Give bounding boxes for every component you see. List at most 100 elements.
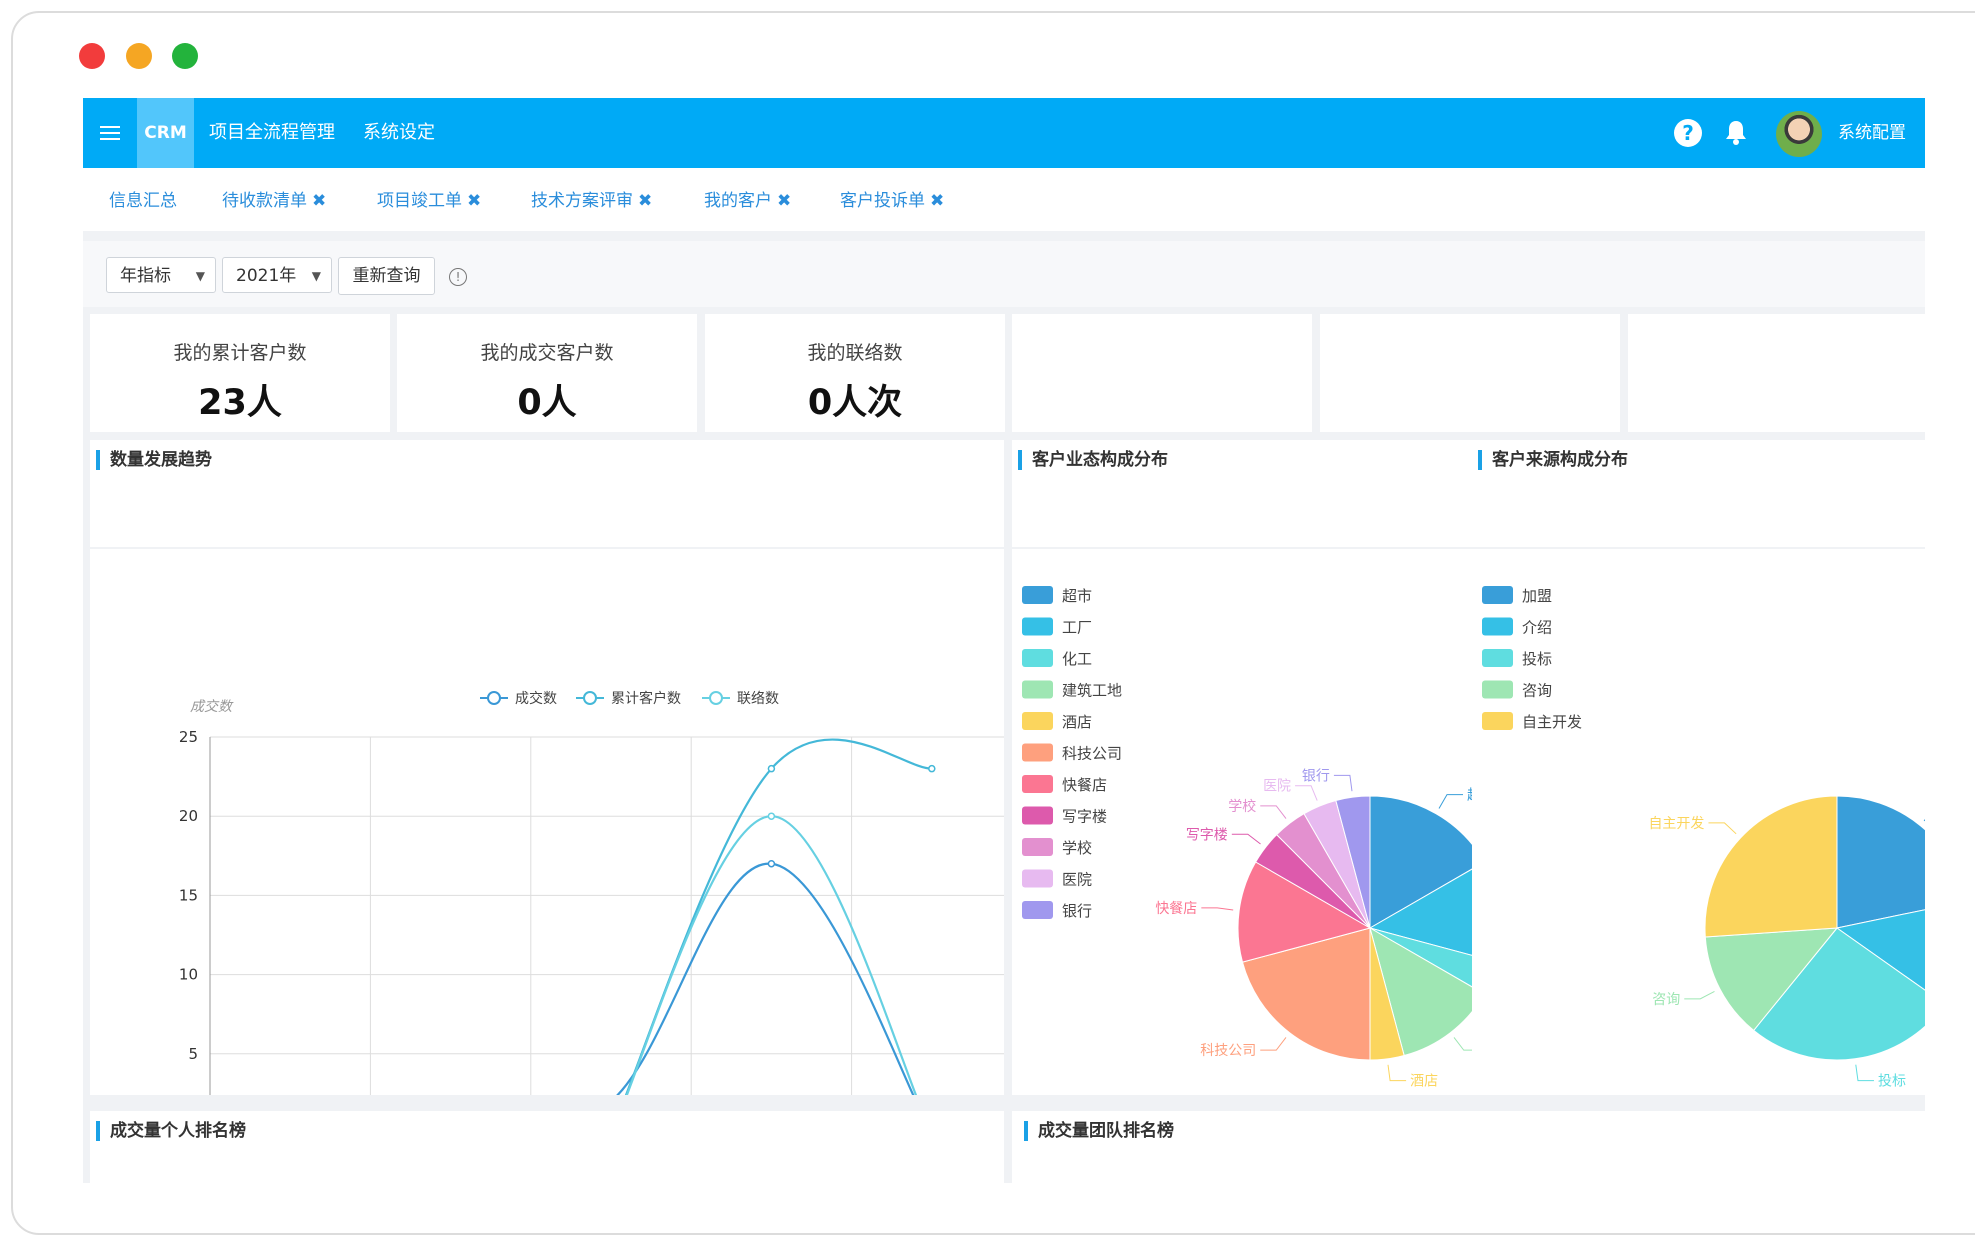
year-select-value: 2021年: [236, 266, 297, 286]
y-tick-label: 20: [179, 807, 198, 825]
window-close-button[interactable]: [79, 43, 105, 69]
brand-crm-button[interactable]: CRM: [137, 98, 194, 168]
legend-label: 累计客户数: [611, 690, 681, 707]
slice-label: 酒店: [1410, 1074, 1438, 1090]
tab-receivables[interactable]: 待收款清单 ✖: [222, 168, 326, 231]
tab-project-completion[interactable]: 项目竣工单 ✖: [377, 168, 481, 231]
stat-card-empty: [1628, 314, 1925, 432]
panel-title: 成交量团队排名榜: [1024, 1121, 1174, 1141]
team-rank-panel: 成交量团队排名榜: [1012, 1111, 1925, 1183]
legend-swatch: [1022, 775, 1053, 793]
legend-label: 投标: [1522, 650, 1552, 668]
stat-label: 我的成交客户数: [480, 342, 614, 364]
legend-label: 医院: [1062, 871, 1092, 889]
period-select[interactable]: 年指标 ▼: [106, 257, 216, 293]
legend-label: 联络数: [737, 691, 779, 707]
stat-value: 0人次: [807, 383, 903, 423]
legend-label: 咨询: [1522, 682, 1552, 700]
legend-label: 科技公司: [1062, 745, 1122, 763]
legend-swatch: [1482, 712, 1513, 730]
label-leader-line: [1438, 794, 1463, 809]
label-leader-line: [1708, 822, 1737, 835]
series-line: [615, 862, 915, 1095]
y-tick-label: 10: [179, 966, 198, 984]
tab-close-icon[interactable]: ✖: [638, 191, 652, 211]
slice-label: 学校: [1228, 798, 1256, 815]
tab-tech-review[interactable]: 技术方案评审 ✖: [531, 168, 652, 231]
tab-close-icon[interactable]: ✖: [930, 191, 944, 211]
legend-label: 建筑工地: [1062, 682, 1122, 700]
legend-swatch: [1022, 649, 1053, 667]
legend-swatch: [1022, 869, 1053, 888]
chevron-down-icon: ▼: [311, 269, 321, 283]
tab-close-icon[interactable]: ✖: [777, 191, 791, 211]
legend-swatch: [1022, 680, 1053, 699]
y-tick-label: 15: [179, 886, 198, 904]
period-select-value: 年指标: [120, 266, 171, 286]
legend-label: 化工: [1062, 650, 1092, 668]
panel-title: 成交量个人排名榜: [96, 1121, 246, 1141]
slice-label: 写字楼: [1186, 827, 1228, 843]
legend-label: 介绍: [1522, 619, 1552, 637]
requery-button[interactable]: 重新查询: [338, 257, 435, 295]
y-tick-label: 5: [188, 1045, 198, 1063]
year-select[interactable]: 2021年 ▼: [222, 257, 332, 293]
stat-value: 0人: [517, 383, 577, 423]
pie-slice: [1836, 795, 1925, 929]
tab-label: 信息汇总: [109, 191, 177, 211]
legend-label: 银行: [1062, 902, 1092, 920]
tab-label: 待收款清单: [222, 191, 307, 211]
help-icon[interactable]: ?: [1674, 119, 1702, 147]
tab-info-summary[interactable]: 信息汇总: [109, 168, 177, 231]
data-point: [767, 859, 776, 868]
slice-label: 快餐店: [1155, 901, 1197, 917]
legend-swatch: [1022, 712, 1053, 730]
stat-card-total-customers: 我的累计客户数 23人: [90, 314, 390, 432]
user-name[interactable]: 系统配置: [1838, 98, 1906, 168]
stat-card-empty: [1012, 314, 1312, 432]
window-minimize-button[interactable]: [126, 43, 152, 69]
tab-close-icon[interactable]: ✖: [312, 191, 326, 211]
label-leader-line: [1387, 1064, 1407, 1082]
legend-swatch: [1022, 901, 1053, 919]
trend-line-chart: 成交数051015202517年18年19年20年21年成交数累计客户数联络数: [179, 690, 1004, 1095]
legend-swatch: [1022, 743, 1053, 762]
slice-label: 科技公司: [1200, 1043, 1256, 1059]
slice-label: 投标: [1878, 1074, 1906, 1090]
bell-icon[interactable]: [1723, 118, 1749, 150]
stat-card-empty: [1320, 314, 1620, 432]
slice-label: 自主开发: [1648, 816, 1704, 832]
label-leader-line: [1855, 1064, 1874, 1082]
tab-my-customers[interactable]: 我的客户 ✖: [704, 168, 791, 231]
source-pie-chart: 加盟介绍投标咨询自主开发加盟介绍投标咨询自主开发: [1482, 586, 1925, 1090]
stat-card-contacts: 我的联络数 0人次: [705, 314, 1005, 432]
legend-label: 学校: [1062, 839, 1092, 857]
nav-project-management[interactable]: 项目全流程管理: [209, 98, 335, 168]
label-leader-line: [1295, 785, 1318, 801]
window-maximize-button[interactable]: [172, 43, 198, 69]
tab-complaints[interactable]: 客户投诉单 ✖: [840, 168, 944, 231]
label-leader-line: [1453, 1037, 1472, 1051]
tab-bar: 信息汇总 待收款清单 ✖ 项目竣工单 ✖ 技术方案评审 ✖ 我的客户 ✖ 客户投诉单 ✖: [83, 168, 1925, 231]
slice-label: 咨询: [1652, 992, 1680, 1008]
top-navbar: CRM 项目全流程管理 系统设定 ? 系统配置: [83, 98, 1925, 168]
label-leader-line: [1260, 805, 1287, 819]
legend-swatch: [1022, 806, 1053, 825]
slice-label: 银行: [1302, 768, 1330, 784]
data-point: [767, 764, 776, 773]
slice-label: 医院: [1263, 779, 1291, 795]
hamburger-menu-icon[interactable]: [83, 98, 137, 168]
user-avatar[interactable]: [1776, 111, 1822, 157]
tab-close-icon[interactable]: ✖: [467, 191, 481, 211]
tab-label: 我的客户: [704, 191, 772, 211]
stat-value: 23人: [198, 383, 282, 423]
label-leader-line: [1923, 819, 1925, 822]
legend-label: 加盟: [1522, 587, 1552, 605]
legend-swatch: [1022, 617, 1053, 636]
nav-system-settings[interactable]: 系统设定: [363, 98, 435, 168]
info-icon[interactable]: !: [449, 268, 467, 286]
label-leader-line: [1201, 907, 1234, 911]
stat-label: 我的联络数: [807, 342, 903, 364]
source-panel: 客户来源构成分布 加盟介绍投标咨询自主开发加盟介绍投标咨询自主开发: [1472, 440, 1925, 1095]
legend-label: 酒店: [1062, 713, 1092, 731]
